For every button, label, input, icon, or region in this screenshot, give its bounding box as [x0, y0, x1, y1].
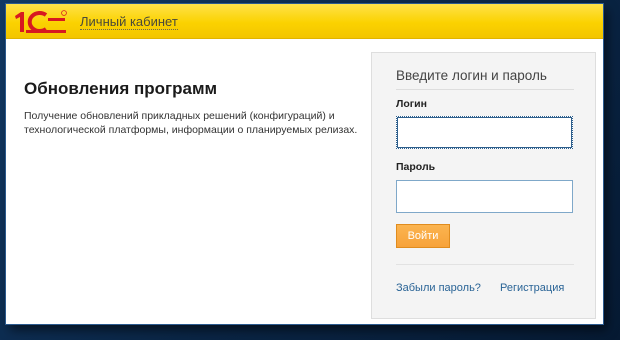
login-panel: Введите логин и пароль Логин Пароль Войт… [371, 52, 596, 319]
divider [396, 89, 574, 90]
divider [396, 264, 574, 265]
password-input[interactable] [396, 180, 573, 213]
password-label: Пароль [396, 161, 436, 173]
personal-cabinet-link[interactable]: Личный кабинет [80, 14, 178, 30]
main-content: Обновления программ Получение обновлений… [6, 40, 603, 324]
login-label: Логин [396, 98, 427, 110]
login-input[interactable] [396, 116, 573, 149]
site-header: Личный кабинет [6, 4, 603, 39]
login-panel-title: Введите логин и пароль [396, 68, 547, 83]
forgot-password-link[interactable]: Забыли пароль? [396, 282, 481, 294]
1c-logo[interactable] [12, 9, 68, 35]
login-button[interactable]: Войти [396, 224, 450, 248]
register-link[interactable]: Регистрация [500, 282, 564, 294]
browser-page: Личный кабинет Обновления программ Получ… [6, 4, 603, 324]
page-description: Получение обновлений прикладных решений … [24, 110, 358, 136]
page-title: Обновления программ [24, 79, 218, 98]
